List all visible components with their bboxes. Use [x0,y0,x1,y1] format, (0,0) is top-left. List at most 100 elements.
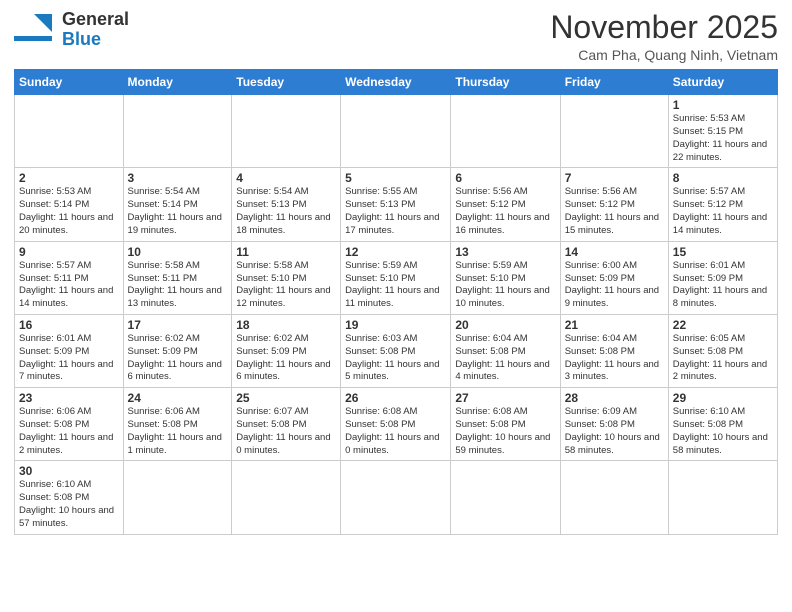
day-info: Sunrise: 6:09 AM Sunset: 5:08 PM Dayligh… [565,406,664,457]
day-number: 7 [565,171,664,185]
calendar-week-2: 9Sunrise: 5:57 AM Sunset: 5:11 PM Daylig… [15,241,778,314]
calendar-cell: 30Sunrise: 6:10 AM Sunset: 5:08 PM Dayli… [15,461,124,534]
day-info: Sunrise: 6:01 AM Sunset: 5:09 PM Dayligh… [19,333,119,384]
day-number: 12 [345,245,446,259]
calendar-cell: 17Sunrise: 6:02 AM Sunset: 5:09 PM Dayli… [123,314,232,387]
calendar-cell [560,461,668,534]
calendar: Sunday Monday Tuesday Wednesday Thursday… [14,69,778,535]
col-monday: Monday [123,70,232,95]
day-info: Sunrise: 6:08 AM Sunset: 5:08 PM Dayligh… [455,406,555,457]
col-friday: Friday [560,70,668,95]
calendar-cell: 1Sunrise: 5:53 AM Sunset: 5:15 PM Daylig… [668,95,777,168]
day-number: 10 [128,245,228,259]
calendar-cell: 3Sunrise: 5:54 AM Sunset: 5:14 PM Daylig… [123,168,232,241]
day-info: Sunrise: 5:59 AM Sunset: 5:10 PM Dayligh… [345,260,446,311]
calendar-cell: 2Sunrise: 5:53 AM Sunset: 5:14 PM Daylig… [15,168,124,241]
day-number: 8 [673,171,773,185]
calendar-cell: 23Sunrise: 6:06 AM Sunset: 5:08 PM Dayli… [15,388,124,461]
day-info: Sunrise: 5:59 AM Sunset: 5:10 PM Dayligh… [455,260,555,311]
calendar-cell: 18Sunrise: 6:02 AM Sunset: 5:09 PM Dayli… [232,314,341,387]
calendar-cell: 27Sunrise: 6:08 AM Sunset: 5:08 PM Dayli… [451,388,560,461]
month-title: November 2025 [550,10,778,45]
day-info: Sunrise: 5:56 AM Sunset: 5:12 PM Dayligh… [455,186,555,237]
calendar-cell: 5Sunrise: 5:55 AM Sunset: 5:13 PM Daylig… [341,168,451,241]
calendar-cell [451,461,560,534]
col-sunday: Sunday [15,70,124,95]
day-info: Sunrise: 6:06 AM Sunset: 5:08 PM Dayligh… [19,406,119,457]
day-number: 1 [673,98,773,112]
day-number: 22 [673,318,773,332]
calendar-cell: 4Sunrise: 5:54 AM Sunset: 5:13 PM Daylig… [232,168,341,241]
day-info: Sunrise: 5:53 AM Sunset: 5:15 PM Dayligh… [673,113,773,164]
day-number: 15 [673,245,773,259]
calendar-cell [668,461,777,534]
calendar-cell: 20Sunrise: 6:04 AM Sunset: 5:08 PM Dayli… [451,314,560,387]
calendar-cell [232,95,341,168]
day-number: 30 [19,464,119,478]
day-info: Sunrise: 5:58 AM Sunset: 5:11 PM Dayligh… [128,260,228,311]
day-info: Sunrise: 5:54 AM Sunset: 5:14 PM Dayligh… [128,186,228,237]
day-number: 3 [128,171,228,185]
day-info: Sunrise: 6:02 AM Sunset: 5:09 PM Dayligh… [128,333,228,384]
calendar-week-1: 2Sunrise: 5:53 AM Sunset: 5:14 PM Daylig… [15,168,778,241]
col-thursday: Thursday [451,70,560,95]
calendar-cell: 9Sunrise: 5:57 AM Sunset: 5:11 PM Daylig… [15,241,124,314]
day-info: Sunrise: 5:58 AM Sunset: 5:10 PM Dayligh… [236,260,336,311]
col-tuesday: Tuesday [232,70,341,95]
calendar-week-3: 16Sunrise: 6:01 AM Sunset: 5:09 PM Dayli… [15,314,778,387]
day-info: Sunrise: 5:56 AM Sunset: 5:12 PM Dayligh… [565,186,664,237]
title-area: November 2025 Cam Pha, Quang Ninh, Vietn… [550,10,778,63]
calendar-cell: 21Sunrise: 6:04 AM Sunset: 5:08 PM Dayli… [560,314,668,387]
day-info: Sunrise: 6:06 AM Sunset: 5:08 PM Dayligh… [128,406,228,457]
logo: GeneralBlue [14,10,129,50]
page: GeneralBlue November 2025 Cam Pha, Quang… [0,0,792,612]
day-number: 27 [455,391,555,405]
calendar-cell: 11Sunrise: 5:58 AM Sunset: 5:10 PM Dayli… [232,241,341,314]
day-number: 4 [236,171,336,185]
day-info: Sunrise: 6:01 AM Sunset: 5:09 PM Dayligh… [673,260,773,311]
calendar-cell: 12Sunrise: 5:59 AM Sunset: 5:10 PM Dayli… [341,241,451,314]
day-number: 29 [673,391,773,405]
day-info: Sunrise: 6:03 AM Sunset: 5:08 PM Dayligh… [345,333,446,384]
calendar-cell: 14Sunrise: 6:00 AM Sunset: 5:09 PM Dayli… [560,241,668,314]
day-number: 26 [345,391,446,405]
day-info: Sunrise: 5:55 AM Sunset: 5:13 PM Dayligh… [345,186,446,237]
day-number: 28 [565,391,664,405]
calendar-cell: 22Sunrise: 6:05 AM Sunset: 5:08 PM Dayli… [668,314,777,387]
calendar-week-5: 30Sunrise: 6:10 AM Sunset: 5:08 PM Dayli… [15,461,778,534]
calendar-cell [341,95,451,168]
calendar-cell [451,95,560,168]
calendar-cell [123,461,232,534]
calendar-cell: 13Sunrise: 5:59 AM Sunset: 5:10 PM Dayli… [451,241,560,314]
day-info: Sunrise: 6:08 AM Sunset: 5:08 PM Dayligh… [345,406,446,457]
logo-text: GeneralBlue [62,10,129,50]
day-number: 2 [19,171,119,185]
day-info: Sunrise: 6:10 AM Sunset: 5:08 PM Dayligh… [19,479,119,530]
day-info: Sunrise: 5:54 AM Sunset: 5:13 PM Dayligh… [236,186,336,237]
calendar-cell [123,95,232,168]
calendar-cell: 6Sunrise: 5:56 AM Sunset: 5:12 PM Daylig… [451,168,560,241]
day-number: 9 [19,245,119,259]
calendar-week-0: 1Sunrise: 5:53 AM Sunset: 5:15 PM Daylig… [15,95,778,168]
calendar-cell: 26Sunrise: 6:08 AM Sunset: 5:08 PM Dayli… [341,388,451,461]
calendar-cell: 25Sunrise: 6:07 AM Sunset: 5:08 PM Dayli… [232,388,341,461]
calendar-cell: 16Sunrise: 6:01 AM Sunset: 5:09 PM Dayli… [15,314,124,387]
day-number: 20 [455,318,555,332]
day-number: 19 [345,318,446,332]
day-info: Sunrise: 6:04 AM Sunset: 5:08 PM Dayligh… [565,333,664,384]
calendar-cell [15,95,124,168]
day-number: 21 [565,318,664,332]
col-wednesday: Wednesday [341,70,451,95]
day-info: Sunrise: 6:04 AM Sunset: 5:08 PM Dayligh… [455,333,555,384]
col-saturday: Saturday [668,70,777,95]
day-number: 23 [19,391,119,405]
day-info: Sunrise: 6:02 AM Sunset: 5:09 PM Dayligh… [236,333,336,384]
day-number: 18 [236,318,336,332]
logo-icon [14,10,58,50]
calendar-cell: 15Sunrise: 6:01 AM Sunset: 5:09 PM Dayli… [668,241,777,314]
calendar-cell: 19Sunrise: 6:03 AM Sunset: 5:08 PM Dayli… [341,314,451,387]
day-info: Sunrise: 6:10 AM Sunset: 5:08 PM Dayligh… [673,406,773,457]
day-info: Sunrise: 6:05 AM Sunset: 5:08 PM Dayligh… [673,333,773,384]
calendar-cell [341,461,451,534]
header: GeneralBlue November 2025 Cam Pha, Quang… [14,10,778,63]
